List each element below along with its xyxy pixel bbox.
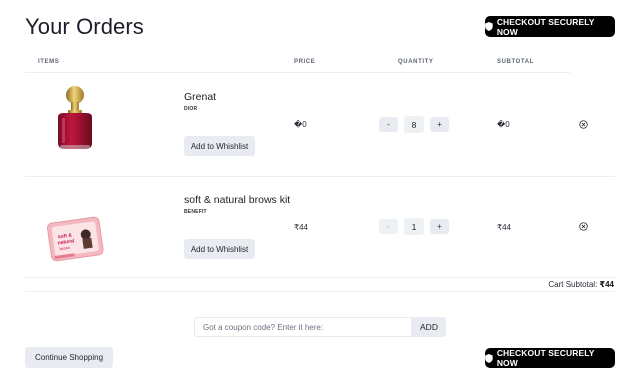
quantity-value: 8 xyxy=(404,116,424,133)
add-to-wishlist-button[interactable]: Add to Whishlist xyxy=(184,239,255,259)
product-image-brows-kit[interactable]: soft & natural brows xyxy=(44,212,106,267)
product-brand: DIOR xyxy=(184,106,198,112)
cart-subtotal: Cart Subtotal: ₹44 xyxy=(548,280,614,289)
divider xyxy=(25,291,615,292)
shield-icon xyxy=(485,353,493,363)
item-subtotal: �0 xyxy=(497,120,510,129)
quantity-decrease-button[interactable]: - xyxy=(379,219,398,234)
quantity-increase-button[interactable]: + xyxy=(430,219,449,234)
header-price: PRICE xyxy=(294,59,316,65)
item-price: ₹44 xyxy=(294,223,308,232)
quantity-value: 1 xyxy=(404,218,424,235)
checkout-label: CHECKOUT SECURELY NOW xyxy=(496,16,595,37)
coupon-input[interactable]: Got a coupon code? Enter it here: xyxy=(194,317,412,337)
checkout-button-top[interactable]: CHECKOUT SECURELY NOW xyxy=(485,16,615,37)
header-items: ITEMS xyxy=(38,59,60,65)
product-name[interactable]: Grenat xyxy=(184,91,216,103)
divider xyxy=(25,176,615,177)
item-subtotal: ₹44 xyxy=(497,223,511,232)
product-image-nail-polish[interactable] xyxy=(50,85,100,158)
cart-subtotal-value: ₹44 xyxy=(599,280,614,289)
product-brand: BENEFIT xyxy=(184,209,207,215)
divider xyxy=(25,277,615,278)
remove-item-icon[interactable] xyxy=(579,120,588,129)
continue-shopping-button[interactable]: Continue Shopping xyxy=(25,347,113,368)
remove-item-icon[interactable] xyxy=(579,222,588,231)
product-name[interactable]: soft & natural brows kit xyxy=(184,194,290,206)
page-title: Your Orders xyxy=(25,14,144,39)
divider xyxy=(25,72,570,73)
quantity-decrease-button[interactable]: - xyxy=(379,117,398,132)
header-quantity: QUANTITY xyxy=(398,59,434,65)
shield-icon xyxy=(485,22,493,31)
header-subtotal: SUBTOTAL xyxy=(497,59,534,65)
checkout-label: CHECKOUT SECURELY NOW xyxy=(496,348,595,368)
add-to-wishlist-button[interactable]: Add to Whishlist xyxy=(184,136,255,156)
apply-coupon-button[interactable]: ADD xyxy=(412,317,446,337)
quantity-increase-button[interactable]: + xyxy=(430,117,449,132)
checkout-button-bottom[interactable]: CHECKOUT SECURELY NOW xyxy=(485,348,615,368)
cart-subtotal-label: Cart Subtotal: xyxy=(548,280,598,289)
item-price: �0 xyxy=(294,120,307,129)
